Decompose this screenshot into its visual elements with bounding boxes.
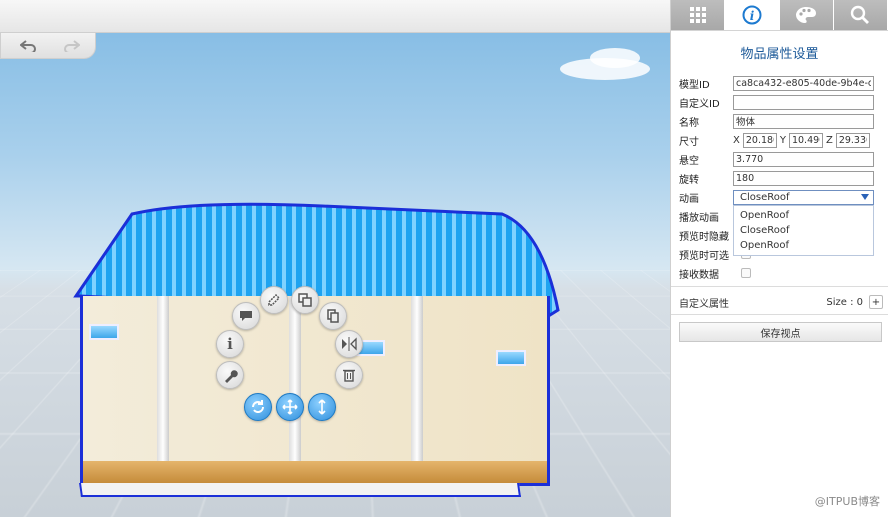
- pillar: [289, 296, 301, 483]
- size-x-label: X: [733, 134, 740, 146]
- info-icon: i: [742, 5, 762, 25]
- panel-title: 物品属性设置: [740, 47, 819, 62]
- rotate-icon: [252, 400, 264, 413]
- cloud: [590, 48, 640, 68]
- info-tool-button[interactable]: i: [216, 330, 244, 358]
- delete-tool-button[interactable]: [335, 361, 363, 389]
- animation-option[interactable]: CloseRoof: [734, 223, 873, 238]
- 3d-viewport[interactable]: i: [0, 0, 670, 517]
- vertical-arrow-icon: [318, 399, 326, 415]
- custom-properties-row: 自定义属性 Size : 0 +: [679, 294, 883, 310]
- info-icon: i: [227, 335, 233, 353]
- preview-hide-label: 预览时隐藏: [679, 231, 729, 243]
- size-y-label: Y: [779, 134, 786, 146]
- receive-data-checkbox[interactable]: [741, 268, 751, 278]
- model-id-row: 模型ID: [679, 75, 883, 91]
- property-panel: i 物品属性设置 模型ID 自定义ID 名称 尺寸 X Y Z 悬空: [670, 0, 888, 517]
- custom-id-field[interactable]: [733, 94, 874, 110]
- wrench-icon: [224, 369, 238, 383]
- tab-catalog[interactable]: [671, 0, 726, 30]
- custom-id-row: 自定义ID: [679, 94, 883, 110]
- search-icon: [851, 5, 870, 24]
- animation-selected-value: CloseRoof: [740, 191, 790, 203]
- hover-field[interactable]: [733, 151, 874, 167]
- model-id-field[interactable]: [733, 75, 874, 91]
- rotate-label: 旋转: [679, 174, 699, 186]
- window: [496, 350, 526, 366]
- duplicate-tool-button[interactable]: [319, 302, 347, 330]
- receive-data-label: 接收数据: [679, 269, 719, 281]
- undo-redo-bar: [0, 33, 96, 59]
- pillar: [157, 296, 169, 483]
- redo-icon[interactable]: [61, 36, 83, 56]
- hover-row: 悬空: [679, 151, 883, 167]
- animation-row: 动画 CloseRoof: [679, 189, 883, 205]
- rotate-field[interactable]: [733, 170, 874, 186]
- animation-dropdown-list: OpenRoof CloseRoof OpenRoof: [733, 205, 874, 256]
- tab-search[interactable]: [833, 0, 888, 30]
- move-tool-button[interactable]: [276, 393, 304, 421]
- custom-properties-label: 自定义属性: [679, 298, 729, 310]
- building-wall: [80, 296, 550, 486]
- model-id-label: 模型ID: [679, 79, 710, 91]
- comment-icon: [240, 311, 252, 321]
- vertical-move-tool-button[interactable]: [308, 393, 336, 421]
- size-label: 尺寸: [679, 136, 699, 148]
- size-z-field[interactable]: [835, 132, 870, 148]
- tab-material[interactable]: [779, 0, 834, 30]
- palette-icon: [796, 7, 817, 23]
- custom-id-label: 自定义ID: [679, 98, 720, 110]
- trash-icon: [343, 369, 355, 382]
- size-row: 尺寸 X Y Z: [679, 132, 883, 148]
- add-property-button[interactable]: +: [869, 295, 883, 309]
- rotate-tool-button[interactable]: [244, 393, 272, 421]
- building-model[interactable]: [72, 200, 572, 500]
- name-row: 名称: [679, 113, 883, 129]
- divider: [671, 314, 888, 315]
- mirror-tool-button[interactable]: [335, 330, 363, 358]
- size-y-field[interactable]: [788, 132, 823, 148]
- svg-text:i: i: [750, 9, 755, 23]
- watermark: @ITPUB博客: [814, 495, 880, 508]
- animation-select[interactable]: CloseRoof: [733, 189, 874, 205]
- hover-label: 悬空: [679, 155, 699, 167]
- comment-tool-button[interactable]: [232, 302, 260, 330]
- animation-label: 动画: [679, 193, 699, 205]
- size-xyz: X Y Z: [733, 132, 870, 148]
- grid-icon: [689, 7, 706, 23]
- custom-properties-count: Size : 0: [826, 296, 863, 308]
- name-field[interactable]: [733, 113, 874, 129]
- receive-data-row: 接收数据: [679, 265, 883, 281]
- undo-icon[interactable]: [17, 36, 39, 56]
- custom-properties-size: Size : 0 +: [826, 295, 883, 309]
- settings-tool-button[interactable]: [216, 361, 244, 389]
- edit-icon: [268, 293, 281, 306]
- divider: [671, 286, 888, 287]
- size-z-label: Z: [825, 134, 833, 146]
- wall-base: [83, 461, 547, 483]
- animation-option[interactable]: OpenRoof: [734, 208, 873, 223]
- foundation: [79, 483, 521, 497]
- tab-info[interactable]: i: [725, 0, 780, 30]
- move-icon: [282, 399, 298, 415]
- animation-option[interactable]: OpenRoof: [734, 238, 873, 253]
- top-toolbar: [0, 0, 670, 33]
- rotate-row: 旋转: [679, 170, 883, 186]
- size-x-field[interactable]: [742, 132, 777, 148]
- chevron-down-icon: [861, 194, 869, 200]
- play-animation-label: 播放动画: [679, 212, 719, 224]
- pillar: [411, 296, 423, 483]
- name-label: 名称: [679, 117, 699, 129]
- preview-select-label: 预览时可选: [679, 250, 729, 262]
- save-view-button[interactable]: 保存视点: [679, 322, 882, 342]
- duplicate-icon: [327, 309, 339, 323]
- edit-tool-button[interactable]: [260, 286, 288, 314]
- copy-icon: [298, 293, 312, 307]
- window: [89, 324, 119, 340]
- copy-tool-button[interactable]: [291, 286, 319, 314]
- panel-tabs: i: [671, 0, 888, 31]
- mirror-icon: [342, 337, 357, 351]
